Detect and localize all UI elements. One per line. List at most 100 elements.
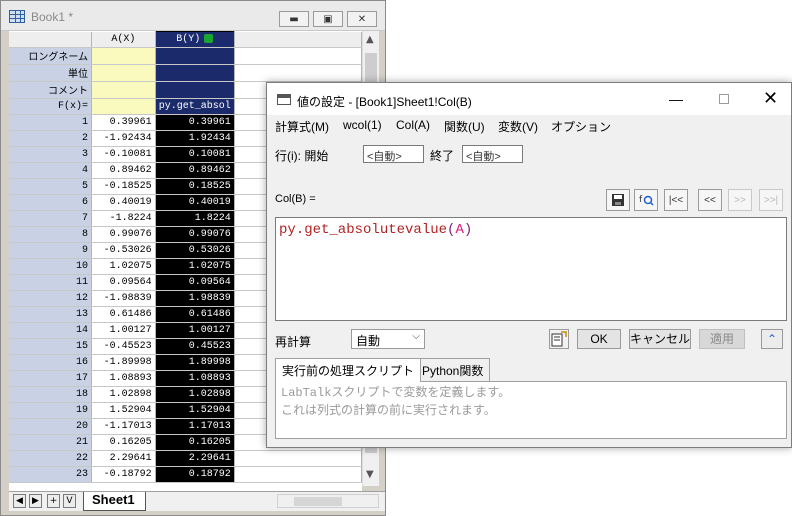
row-label-fx[interactable]: F(x)= <box>9 98 93 115</box>
cell-b[interactable]: 0.89462 <box>155 162 235 179</box>
end-row-field[interactable]: <自動> <box>462 145 523 163</box>
cell-a[interactable]: -0.53026 <box>91 242 156 259</box>
column-header-a[interactable]: A(X) <box>91 31 156 48</box>
cell-a[interactable]: 1.02075 <box>91 258 156 275</box>
row-number[interactable]: 1 <box>9 114 93 131</box>
cell-a[interactable]: -0.18525 <box>91 178 156 195</box>
scroll-down-icon[interactable]: ▼ <box>366 469 374 480</box>
cell-b[interactable]: 1.8224 <box>155 210 235 227</box>
row-number[interactable]: 4 <box>9 162 93 179</box>
cell-a[interactable]: 0.99076 <box>91 226 156 243</box>
cell-b[interactable]: 0.18792 <box>155 466 235 483</box>
dialog-close-button[interactable]: ✕ <box>763 88 778 109</box>
next-column-button[interactable]: >> <box>728 189 752 211</box>
grid-corner[interactable] <box>9 31 93 48</box>
cell-b[interactable]: 1.00127 <box>155 322 235 339</box>
tab-python-function[interactable]: Python関数 <box>415 358 491 382</box>
row-label-units[interactable]: 単位 <box>9 64 93 82</box>
close-button[interactable]: ✕ <box>347 11 377 27</box>
restore-button[interactable]: ▣ <box>313 11 343 27</box>
cell-a[interactable]: 0.61486 <box>91 306 156 323</box>
dialog-titlebar[interactable]: 値の設定 - [Book1]Sheet1!Col(B) — ✕ <box>267 83 791 115</box>
cell-a[interactable]: -1.92434 <box>91 130 156 147</box>
collapse-chevron-icon[interactable]: ⌃ <box>761 329 783 349</box>
cell-b[interactable]: 0.18525 <box>155 178 235 195</box>
cell-b[interactable]: 2.29641 <box>155 450 235 467</box>
row-number[interactable]: 22 <box>9 450 93 467</box>
cell-b[interactable]: 0.61486 <box>155 306 235 323</box>
cell-b[interactable]: 0.40019 <box>155 194 235 211</box>
cell-a[interactable]: -1.17013 <box>91 418 156 435</box>
scroll-up-icon[interactable]: ▲ <box>366 34 374 45</box>
dialog-maximize-button[interactable] <box>719 94 729 104</box>
cell-a[interactable]: -0.45523 <box>91 338 156 355</box>
minimize-button[interactable]: ▬ <box>279 11 309 27</box>
row-label-comments[interactable]: コメント <box>9 81 93 99</box>
row-number[interactable]: 6 <box>9 194 93 211</box>
script-editor[interactable]: LabTalkスクリプトで変数を定義します。 これは列式の計算の前に実行されます… <box>275 381 787 439</box>
row-number[interactable]: 8 <box>9 226 93 243</box>
cell[interactable] <box>155 64 235 82</box>
menu-functions[interactable]: 関数(U) <box>444 118 485 135</box>
cell-a[interactable]: 0.89462 <box>91 162 156 179</box>
cell[interactable] <box>91 81 156 99</box>
cell-b[interactable]: 1.02075 <box>155 258 235 275</box>
row-number[interactable]: 12 <box>9 290 93 307</box>
cell-a[interactable]: 2.29641 <box>91 450 156 467</box>
row-label-longname[interactable]: ロングネーム <box>9 47 93 65</box>
code-builder-icon[interactable] <box>549 329 569 349</box>
cell-a[interactable]: 1.02898 <box>91 386 156 403</box>
cell[interactable] <box>91 47 156 65</box>
menu-wcol[interactable]: wcol(1) <box>343 118 382 132</box>
row-number[interactable]: 10 <box>9 258 93 275</box>
add-sheet-button[interactable]: + <box>47 494 60 508</box>
cell-a[interactable]: 1.00127 <box>91 322 156 339</box>
book-titlebar[interactable]: Book1 * ▬ ▣ ✕ <box>1 1 385 31</box>
row-number[interactable]: 21 <box>9 434 93 451</box>
row-number[interactable]: 5 <box>9 178 93 195</box>
cell-b[interactable]: 0.45523 <box>155 338 235 355</box>
cell-b[interactable]: 0.09564 <box>155 274 235 291</box>
row-number[interactable]: 7 <box>9 210 93 227</box>
horizontal-scrollbar[interactable] <box>277 494 379 508</box>
row-number[interactable]: 17 <box>9 370 93 387</box>
cell-b[interactable]: 1.02898 <box>155 386 235 403</box>
next-sheet-button[interactable]: ▶ <box>29 494 42 508</box>
row-number[interactable]: 18 <box>9 386 93 403</box>
cell-a[interactable]: 0.40019 <box>91 194 156 211</box>
fx-cell-b[interactable]: py.get_absol <box>155 98 235 115</box>
row-number[interactable]: 2 <box>9 130 93 147</box>
cell-a[interactable]: 0.09564 <box>91 274 156 291</box>
cell-b[interactable]: 1.89998 <box>155 354 235 371</box>
cell-a[interactable]: -0.10081 <box>91 146 156 163</box>
hscroll-thumb[interactable] <box>294 497 342 506</box>
cell[interactable] <box>91 64 156 82</box>
menu-col[interactable]: Col(A) <box>396 118 430 132</box>
previous-column-button[interactable]: << <box>698 189 722 211</box>
cell-b[interactable]: 0.16205 <box>155 434 235 451</box>
row-number[interactable]: 23 <box>9 466 93 483</box>
start-row-field[interactable]: <自動> <box>363 145 424 163</box>
cell-a[interactable]: -0.18792 <box>91 466 156 483</box>
cell-b[interactable]: 1.98839 <box>155 290 235 307</box>
column-header-b[interactable]: B(Y) <box>154 31 235 48</box>
cell-b[interactable]: 1.17013 <box>155 418 235 435</box>
cancel-button[interactable]: キャンセル <box>629 329 691 349</box>
first-column-button[interactable]: |<< <box>664 189 688 211</box>
save-icon[interactable] <box>606 189 630 211</box>
formula-editor[interactable]: py.get_absolutevalue(A) <box>275 217 787 321</box>
apply-button[interactable]: 適用 <box>699 329 745 349</box>
cell-a[interactable]: -1.98839 <box>91 290 156 307</box>
row-number[interactable]: 20 <box>9 418 93 435</box>
last-column-button[interactable]: >>| <box>759 189 783 211</box>
cell-b[interactable]: 0.39961 <box>155 114 235 131</box>
cell-b[interactable]: 1.52904 <box>155 402 235 419</box>
row-number[interactable]: 9 <box>9 242 93 259</box>
menu-options[interactable]: オプション <box>551 118 611 135</box>
row-number[interactable]: 3 <box>9 146 93 163</box>
recalculate-select[interactable]: 自動 ⌵ <box>351 329 425 349</box>
cell[interactable] <box>91 98 156 115</box>
cell-b[interactable]: 0.53026 <box>155 242 235 259</box>
row-number[interactable]: 13 <box>9 306 93 323</box>
row-number[interactable]: 15 <box>9 338 93 355</box>
